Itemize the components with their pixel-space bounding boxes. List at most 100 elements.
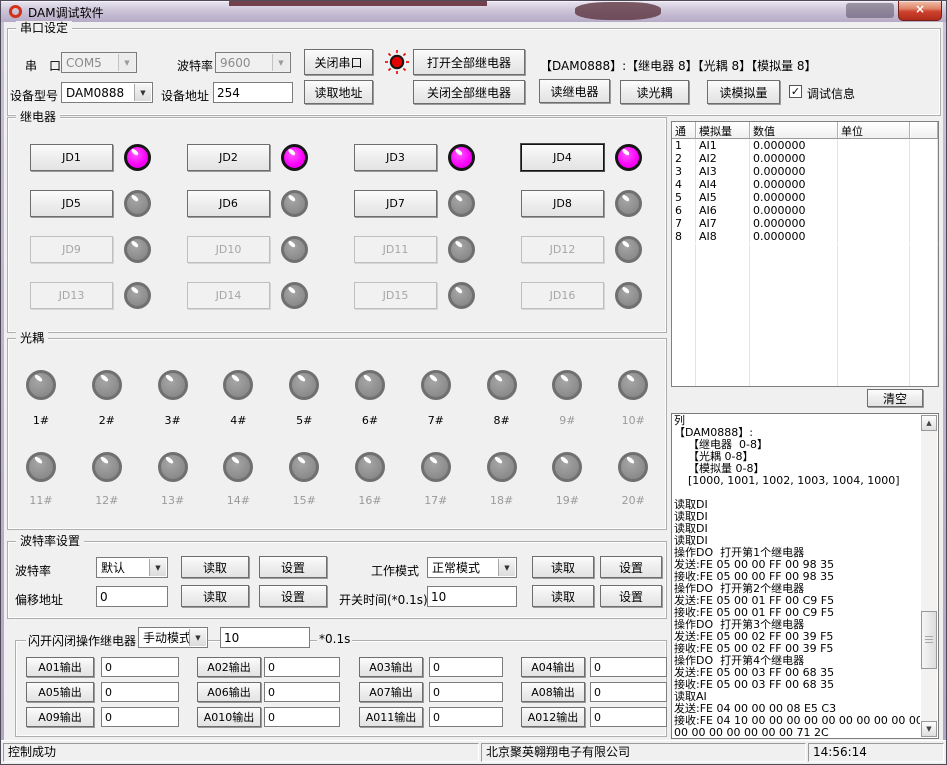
output-value-input-9[interactable] bbox=[101, 707, 179, 727]
offset-input[interactable] bbox=[96, 586, 168, 607]
empty-column bbox=[750, 244, 838, 386]
offset-read-button[interactable]: 读取 bbox=[181, 585, 249, 607]
log-scrollbar[interactable]: ▲ ▼ bbox=[921, 415, 937, 737]
output-button-a03[interactable]: A03输出 bbox=[359, 657, 423, 677]
led-highlight bbox=[288, 148, 296, 156]
relay-button-jd4[interactable]: JD4 bbox=[521, 144, 604, 171]
serial-status-led-icon bbox=[384, 49, 410, 75]
empty-column bbox=[696, 244, 750, 386]
relay-button-jd6[interactable]: JD6 bbox=[187, 190, 270, 217]
baud2-label: 波特率 bbox=[15, 562, 51, 579]
chevron-down-icon: ▼ bbox=[134, 84, 151, 101]
baud2-select[interactable]: 默认 ▼ bbox=[96, 557, 168, 578]
led-highlight bbox=[626, 374, 635, 383]
relay-button-jd5[interactable]: JD5 bbox=[30, 190, 113, 217]
analog-col-header-3[interactable]: 单位 bbox=[838, 122, 910, 139]
output-value-input-2[interactable] bbox=[264, 657, 340, 677]
workmode-read-button[interactable]: 读取 bbox=[532, 556, 594, 578]
close-button[interactable]: × bbox=[898, 1, 942, 21]
relay-button-jd7[interactable]: JD7 bbox=[354, 190, 437, 217]
relay-button-jd8[interactable]: JD8 bbox=[521, 190, 604, 217]
output-button-a06[interactable]: A06输出 bbox=[197, 682, 261, 702]
scrollbar-thumb[interactable] bbox=[921, 611, 937, 669]
read-opto-button[interactable]: 读光耦 bbox=[620, 80, 689, 104]
switchtime-input[interactable] bbox=[427, 586, 517, 607]
analog-cell bbox=[838, 230, 910, 243]
output-value-input-4[interactable] bbox=[590, 657, 667, 677]
analog-cell bbox=[910, 230, 938, 243]
output-value-input-12[interactable] bbox=[590, 707, 667, 727]
switchtime-set-button[interactable]: 设置 bbox=[600, 585, 662, 607]
opto-label-12: 12# bbox=[77, 494, 137, 507]
analog-col-header-1[interactable]: 模拟量 bbox=[696, 122, 750, 139]
model-select[interactable]: DAM0888 ▼ bbox=[61, 82, 153, 103]
output-button-a02[interactable]: A02输出 bbox=[197, 657, 261, 677]
flash-time-input[interactable] bbox=[220, 627, 310, 648]
output-button-a011[interactable]: A011输出 bbox=[359, 707, 423, 727]
analog-cell: 8 bbox=[672, 230, 696, 243]
analog-col-header-4[interactable] bbox=[910, 122, 938, 139]
output-value-input-11[interactable] bbox=[429, 707, 503, 727]
analog-cell: 6 bbox=[672, 204, 696, 217]
opto-indicator-2 bbox=[92, 370, 122, 400]
output-button-a012[interactable]: A012输出 bbox=[521, 707, 585, 727]
read-analog-button[interactable]: 读模拟量 bbox=[707, 80, 780, 104]
workmode-set-button[interactable]: 设置 bbox=[600, 556, 662, 578]
analog-table: 通模拟量数值单位 1AI10.0000002AI20.0000003AI30.0… bbox=[671, 121, 939, 387]
analog-col-header-0[interactable]: 通 bbox=[672, 122, 696, 139]
output-button-a09[interactable]: A09输出 bbox=[26, 707, 94, 727]
relay-button-jd2[interactable]: JD2 bbox=[187, 144, 270, 171]
debug-info-checkbox[interactable]: ✓ bbox=[789, 85, 802, 98]
switchtime-read-button[interactable]: 读取 bbox=[532, 585, 594, 607]
close-icon: × bbox=[915, 2, 925, 16]
address-input[interactable] bbox=[213, 82, 293, 103]
analog-cell: 0.000000 bbox=[750, 191, 838, 204]
app-icon bbox=[8, 4, 23, 19]
relay-group: 继电器 JD1JD2JD3JD4JD5JD6JD7JD8JD9JD10JD11J… bbox=[7, 117, 667, 333]
relay-button-jd1[interactable]: JD1 bbox=[30, 144, 113, 171]
opto-indicator-5 bbox=[289, 370, 319, 400]
scroll-down-icon[interactable]: ▼ bbox=[921, 721, 937, 737]
output-button-a07[interactable]: A07输出 bbox=[359, 682, 423, 702]
opto-indicator-9 bbox=[552, 370, 582, 400]
led-highlight bbox=[131, 240, 139, 248]
output-value-input-7[interactable] bbox=[429, 682, 503, 702]
led-highlight bbox=[231, 456, 240, 465]
output-button-a01[interactable]: A01输出 bbox=[26, 657, 94, 677]
close-all-relays-button[interactable]: 关闭全部继电器 bbox=[413, 80, 525, 104]
output-value-input-6[interactable] bbox=[264, 682, 340, 702]
close-port-button[interactable]: 关闭串口 bbox=[304, 49, 373, 75]
read-address-button[interactable]: 读取地址 bbox=[304, 80, 373, 104]
relay-button-jd16: JD16 bbox=[521, 282, 604, 309]
output-value-input-1[interactable] bbox=[101, 657, 179, 677]
relay-indicator-jd5 bbox=[124, 190, 151, 217]
output-button-a010[interactable]: A010输出 bbox=[197, 707, 261, 727]
baud-settings-label: 波特率设置 bbox=[16, 534, 84, 548]
serial-group-label: 串口设定 bbox=[16, 21, 72, 35]
led-highlight bbox=[494, 374, 503, 383]
workmode-select[interactable]: 正常模式 ▼ bbox=[427, 557, 517, 578]
output-button-a05[interactable]: A05输出 bbox=[26, 682, 94, 702]
read-relay-button[interactable]: 读继电器 bbox=[539, 79, 610, 103]
baud-read-button[interactable]: 读取 bbox=[181, 556, 249, 578]
scroll-up-icon[interactable]: ▲ bbox=[921, 415, 937, 431]
offset-set-button[interactable]: 设置 bbox=[259, 585, 327, 607]
flash-mode-select[interactable]: 手动模式 ▼ bbox=[138, 627, 208, 648]
opto-label-15: 15# bbox=[274, 494, 334, 507]
output-button-a04[interactable]: A04输出 bbox=[521, 657, 585, 677]
opto-label-20: 20# bbox=[603, 494, 663, 507]
output-value-input-10[interactable] bbox=[264, 707, 340, 727]
output-value-input-5[interactable] bbox=[101, 682, 179, 702]
analog-cell: 7 bbox=[672, 217, 696, 230]
output-button-a08[interactable]: A08输出 bbox=[521, 682, 585, 702]
output-value-input-3[interactable] bbox=[429, 657, 503, 677]
opto-indicator-20 bbox=[618, 452, 648, 482]
output-value-input-8[interactable] bbox=[590, 682, 667, 702]
analog-col-header-2[interactable]: 数值 bbox=[750, 122, 838, 139]
relay-button-jd3[interactable]: JD3 bbox=[354, 144, 437, 171]
clear-log-button[interactable]: 清空 bbox=[867, 389, 923, 407]
analog-cell: AI8 bbox=[696, 230, 750, 243]
baud-set-button[interactable]: 设置 bbox=[259, 556, 327, 578]
led-highlight bbox=[622, 148, 630, 156]
open-all-relays-button[interactable]: 打开全部继电器 bbox=[413, 49, 525, 75]
